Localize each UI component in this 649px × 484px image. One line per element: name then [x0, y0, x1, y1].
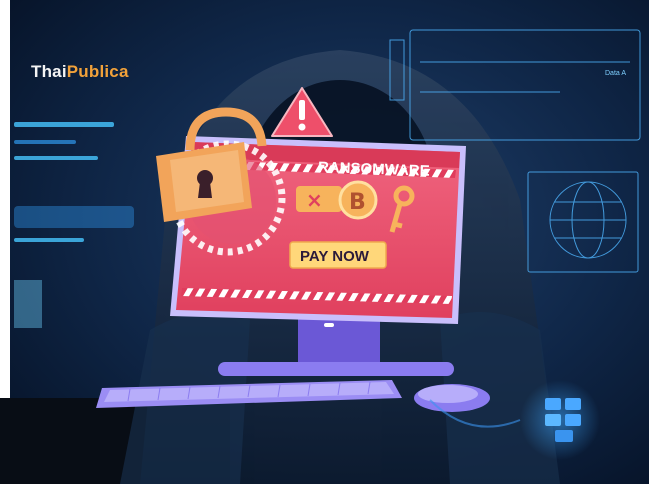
webcam-dot — [324, 323, 334, 327]
pay-now-label: PAY NOW — [300, 248, 370, 265]
pay-now-button[interactable]: PAY NOW — [289, 241, 387, 269]
bitcoin-icon: B — [338, 180, 378, 220]
logo-part-thai: Thai — [31, 62, 67, 81]
svg-text:B: B — [349, 190, 366, 215]
logo-part-publica: Publica — [66, 62, 129, 81]
hud-label: Data A — [605, 70, 626, 77]
monitor-neck — [298, 318, 380, 364]
thaipublica-logo: ThaiPublica — [31, 62, 129, 82]
glowing-keys — [520, 380, 600, 460]
svg-text:×: × — [306, 188, 323, 212]
close-icon: × — [296, 186, 342, 212]
monitor-base — [218, 362, 454, 376]
